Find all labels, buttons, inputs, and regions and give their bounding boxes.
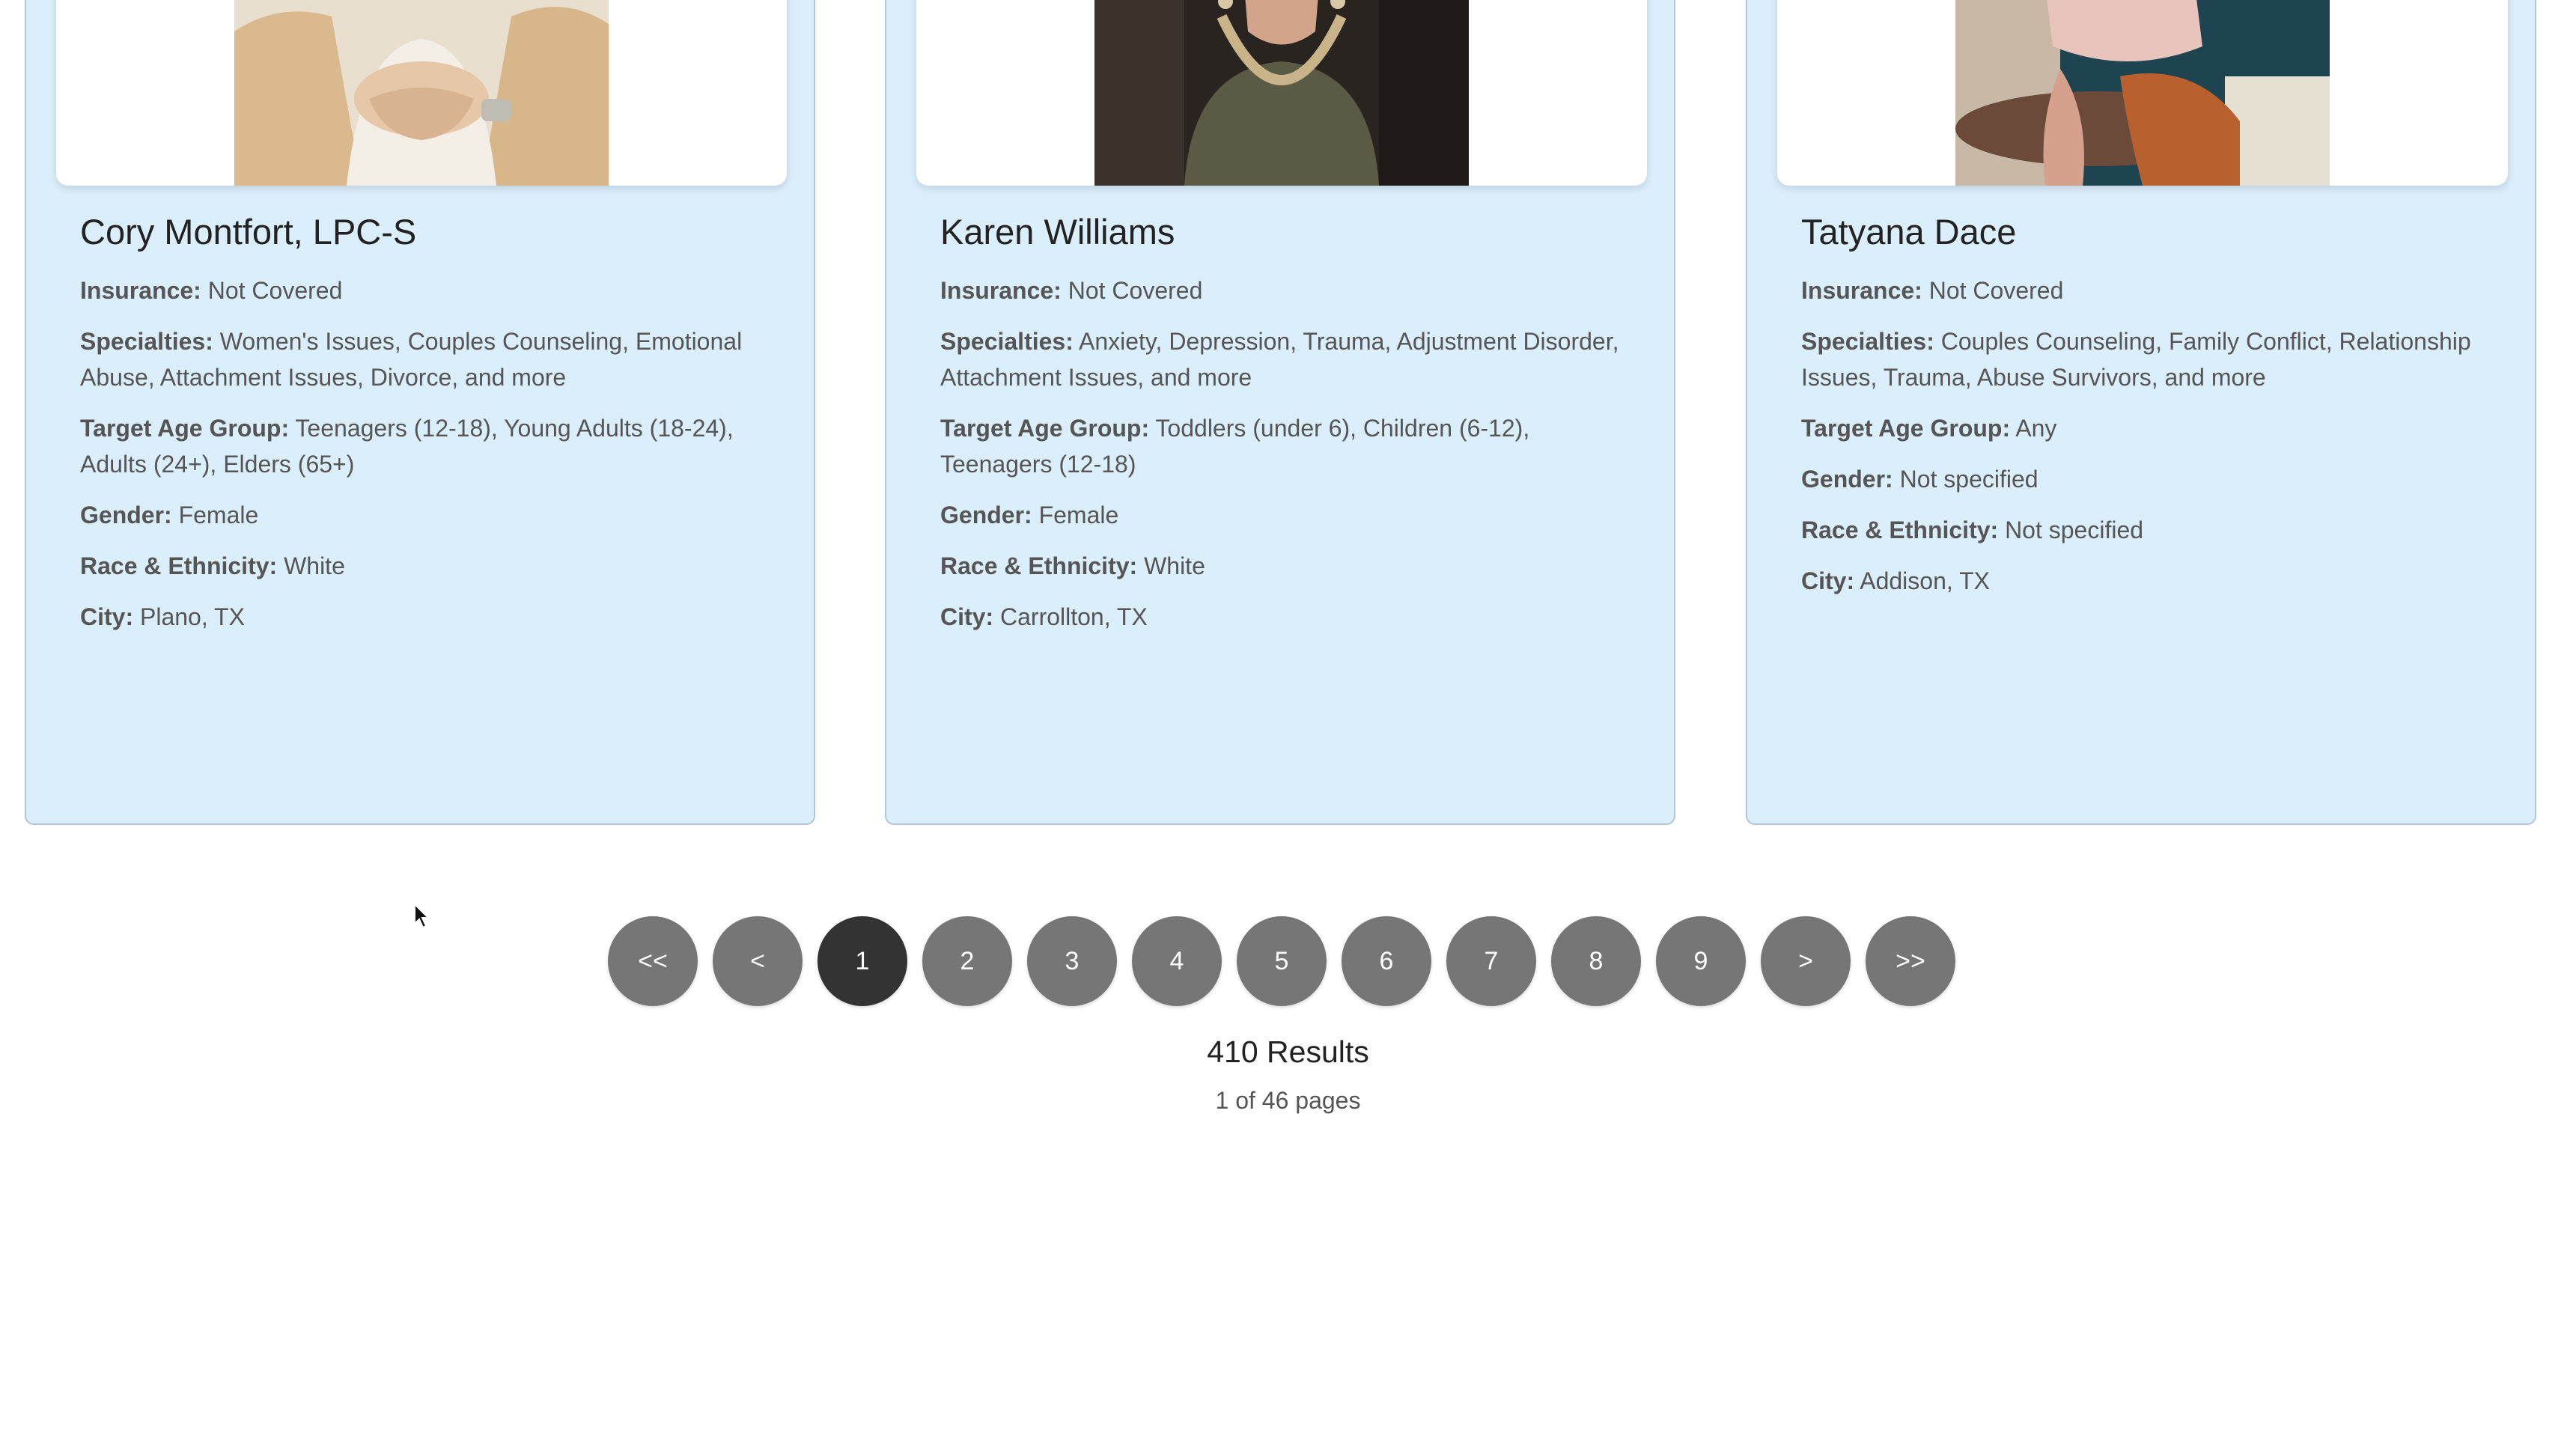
race-ethnicity-label: Race & Ethnicity: [940, 552, 1138, 579]
therapist-card[interactable]: Tatyana Dace Insurance: Not Covered Spec… [1746, 0, 2536, 825]
age-group-label: Target Age Group: [940, 415, 1150, 442]
mouse-cursor-icon [413, 902, 431, 930]
results-count: 410 Results [1207, 1035, 1369, 1069]
race-ethnicity-value: White [284, 552, 345, 579]
insurance-field: Insurance: Not Covered [940, 272, 1636, 308]
gender-field: Gender: Not specified [1801, 461, 2497, 497]
page-indicator: 1 of 46 pages [1215, 1087, 1361, 1114]
specialties-field: Specialties: Couples Counseling, Family … [1801, 323, 2497, 395]
insurance-label: Insurance: [80, 277, 201, 304]
city-field: City: Plano, TX [80, 599, 776, 635]
city-label: City: [80, 603, 134, 630]
gender-value: Not specified [1899, 466, 2038, 493]
insurance-field: Insurance: Not Covered [80, 272, 776, 308]
therapist-photo[interactable] [1955, 0, 2330, 186]
age-group-field: Target Age Group: Teenagers (12-18), You… [80, 410, 776, 482]
age-group-field: Target Age Group: Any [1801, 410, 2497, 446]
race-ethnicity-value: White [1144, 552, 1205, 579]
race-ethnicity-label: Race & Ethnicity: [1801, 517, 1999, 543]
card-body: Karen Williams Insurance: Not Covered Sp… [940, 211, 1636, 650]
therapist-card[interactable]: Cory Montfort, LPC-S Insurance: Not Cove… [25, 0, 815, 825]
age-group-label: Target Age Group: [80, 415, 290, 442]
insurance-value: Not Covered [1068, 277, 1203, 304]
city-value: Plano, TX [140, 603, 245, 630]
last-page-button[interactable]: >> [1866, 916, 1955, 1006]
card-body: Tatyana Dace Insurance: Not Covered Spec… [1801, 211, 2497, 614]
city-field: City: Addison, TX [1801, 563, 2497, 599]
city-value: Carrollton, TX [1000, 603, 1148, 630]
page-button-1[interactable]: 1 [817, 916, 907, 1006]
card-body: Cory Montfort, LPC-S Insurance: Not Cove… [80, 211, 776, 650]
city-label: City: [940, 603, 994, 630]
therapist-card[interactable]: Karen Williams Insurance: Not Covered Sp… [885, 0, 1675, 825]
age-group-value: Any [2015, 415, 2057, 442]
race-ethnicity-field: Race & Ethnicity: Not specified [1801, 512, 2497, 548]
page-button-4[interactable]: 4 [1132, 916, 1222, 1006]
pagination: << < 1 2 3 4 5 6 7 8 9 > >> [608, 916, 1955, 1006]
photo-frame [1777, 0, 2508, 186]
therapist-name[interactable]: Karen Williams [940, 211, 1636, 253]
page-button-2[interactable]: 2 [922, 916, 1012, 1006]
photo-frame [56, 0, 787, 186]
page-button-5[interactable]: 5 [1237, 916, 1327, 1006]
gender-label: Gender: [80, 502, 172, 528]
gender-label: Gender: [940, 502, 1032, 528]
search-results-page: Cory Montfort, LPC-S Insurance: Not Cove… [0, 0, 2576, 1432]
gender-field: Gender: Female [80, 497, 776, 533]
race-ethnicity-field: Race & Ethnicity: White [940, 548, 1636, 584]
therapist-photo[interactable] [234, 0, 609, 186]
page-button-9[interactable]: 9 [1656, 916, 1746, 1006]
city-value: Addison, TX [1860, 567, 1990, 594]
race-ethnicity-value: Not specified [2005, 517, 2144, 543]
photo-frame [916, 0, 1647, 186]
race-ethnicity-label: Race & Ethnicity: [80, 552, 278, 579]
gender-field: Gender: Female [940, 497, 1636, 533]
age-group-field: Target Age Group: Toddlers (under 6), Ch… [940, 410, 1636, 482]
city-label: City: [1801, 567, 1855, 594]
therapist-photo[interactable] [1094, 0, 1469, 186]
page-button-3[interactable]: 3 [1027, 916, 1117, 1006]
city-field: City: Carrollton, TX [940, 599, 1636, 635]
first-page-button[interactable]: << [608, 916, 698, 1006]
therapist-name[interactable]: Tatyana Dace [1801, 211, 2497, 253]
insurance-label: Insurance: [940, 277, 1062, 304]
page-button-7[interactable]: 7 [1446, 916, 1536, 1006]
gender-value: Female [178, 502, 259, 528]
gender-value: Female [1038, 502, 1119, 528]
specialties-label: Specialties: [1801, 328, 1934, 355]
prev-page-button[interactable]: < [713, 916, 803, 1006]
next-page-button[interactable]: > [1761, 916, 1851, 1006]
insurance-field: Insurance: Not Covered [1801, 272, 2497, 308]
therapist-name[interactable]: Cory Montfort, LPC-S [80, 211, 776, 253]
age-group-label: Target Age Group: [1801, 415, 2011, 442]
race-ethnicity-field: Race & Ethnicity: White [80, 548, 776, 584]
insurance-value: Not Covered [207, 277, 343, 304]
specialties-label: Specialties: [80, 328, 213, 355]
page-button-8[interactable]: 8 [1551, 916, 1641, 1006]
specialties-field: Specialties: Anxiety, Depression, Trauma… [940, 323, 1636, 395]
insurance-label: Insurance: [1801, 277, 1922, 304]
specialties-field: Specialties: Women's Issues, Couples Cou… [80, 323, 776, 395]
gender-label: Gender: [1801, 466, 1893, 493]
specialties-label: Specialties: [940, 328, 1074, 355]
page-button-6[interactable]: 6 [1342, 916, 1431, 1006]
insurance-value: Not Covered [1928, 277, 2064, 304]
